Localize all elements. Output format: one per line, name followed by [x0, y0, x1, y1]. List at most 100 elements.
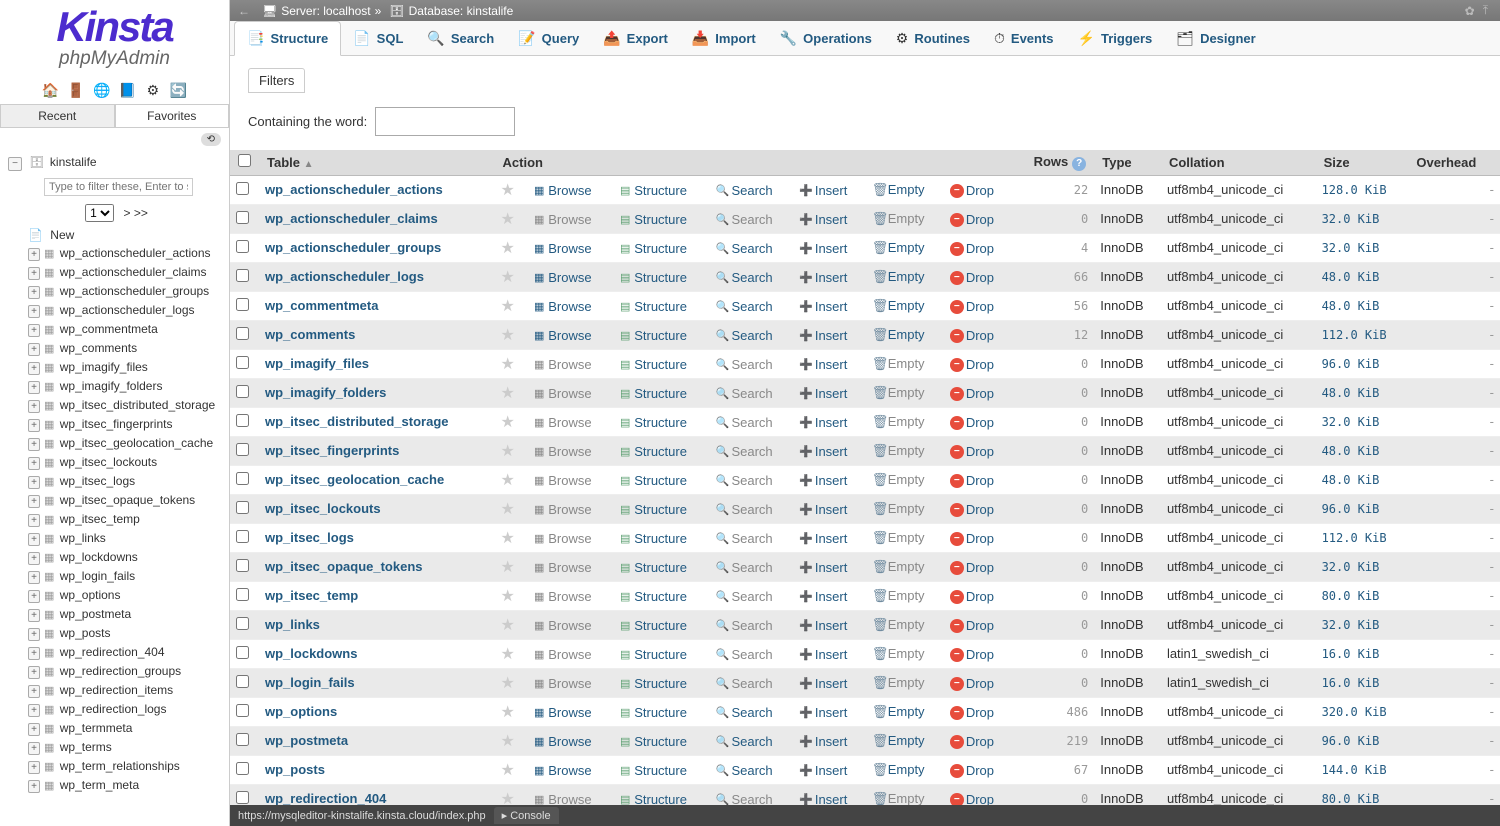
favorite-star-icon[interactable]: ★: [501, 414, 515, 431]
tree-expand-icon[interactable]: +: [28, 628, 40, 641]
empty-link[interactable]: 🗑Empty: [872, 327, 925, 343]
browse-link[interactable]: ▦Browse: [532, 589, 591, 604]
table-name-link[interactable]: wp_imagify_folders: [259, 378, 495, 407]
tree-table-item[interactable]: +▦ wp_lockdowns: [28, 548, 229, 567]
tree-table-item[interactable]: +▦ wp_terms: [28, 738, 229, 757]
tree-table-item[interactable]: +▦ wp_term_relationships: [28, 757, 229, 776]
tree-table-item[interactable]: +▦ wp_links: [28, 529, 229, 548]
structure-link[interactable]: ▤Structure: [618, 212, 687, 227]
browse-link[interactable]: ▦Browse: [532, 618, 591, 633]
tree-expand-icon[interactable]: +: [28, 343, 40, 356]
insert-link[interactable]: ➕Insert: [799, 183, 848, 198]
browse-link[interactable]: ▦Browse: [532, 328, 591, 343]
table-name-link[interactable]: wp_options: [259, 697, 495, 726]
drop-link[interactable]: − Drop: [950, 183, 994, 198]
insert-link[interactable]: ➕Insert: [799, 618, 848, 633]
favorite-star-icon[interactable]: ★: [501, 298, 515, 315]
tree-db-node[interactable]: − 🗄 kinstalife: [4, 152, 229, 174]
favorite-star-icon[interactable]: ★: [501, 733, 515, 750]
structure-link[interactable]: ▤Structure: [618, 473, 687, 488]
tree-table-item[interactable]: +▦ wp_itsec_geolocation_cache: [28, 434, 229, 453]
tree-collapse-icon[interactable]: −: [8, 157, 22, 171]
favorite-star-icon[interactable]: ★: [501, 182, 515, 199]
insert-link[interactable]: ➕Insert: [799, 357, 848, 372]
tree-expand-icon[interactable]: +: [28, 514, 40, 527]
drop-link[interactable]: − Drop: [950, 763, 994, 778]
structure-link[interactable]: ▤Structure: [618, 444, 687, 459]
structure-link[interactable]: ▤Structure: [618, 647, 687, 662]
tree-table-item[interactable]: +▦ wp_posts: [28, 624, 229, 643]
back-icon[interactable]: ←: [238, 4, 250, 18]
tree-expand-icon[interactable]: +: [28, 476, 40, 489]
table-name-link[interactable]: wp_commentmeta: [259, 291, 495, 320]
console-toggle[interactable]: ▸ Console: [494, 807, 559, 824]
tree-table-item[interactable]: +▦ wp_itsec_temp: [28, 510, 229, 529]
browse-link[interactable]: ▦Browse: [532, 560, 591, 575]
row-checkbox[interactable]: [236, 559, 249, 572]
structure-link[interactable]: ▤Structure: [618, 589, 687, 604]
favorite-star-icon[interactable]: ★: [501, 269, 515, 286]
tree-expand-icon[interactable]: +: [28, 742, 40, 755]
db-name[interactable]: kinstalife: [467, 4, 514, 18]
table-name-link[interactable]: wp_lockdowns: [259, 639, 495, 668]
tab-query[interactable]: 📝Query: [506, 21, 591, 55]
tree-table-item[interactable]: +▦ wp_actionscheduler_groups: [28, 282, 229, 301]
empty-link[interactable]: 🗑Empty: [872, 472, 925, 488]
table-name-link[interactable]: wp_actionscheduler_actions: [259, 175, 495, 204]
insert-link[interactable]: ➕Insert: [799, 270, 848, 285]
row-checkbox[interactable]: [236, 269, 249, 282]
col-overhead[interactable]: Overhead: [1408, 150, 1500, 175]
row-checkbox[interactable]: [236, 472, 249, 485]
favorite-star-icon[interactable]: ★: [501, 762, 515, 779]
tree-expand-icon[interactable]: +: [28, 723, 40, 736]
browse-link[interactable]: ▦Browse: [532, 357, 591, 372]
drop-link[interactable]: − Drop: [950, 270, 994, 285]
row-checkbox[interactable]: [236, 791, 249, 804]
insert-link[interactable]: ➕Insert: [799, 589, 848, 604]
insert-link[interactable]: ➕Insert: [799, 705, 848, 720]
browse-link[interactable]: ▦Browse: [532, 502, 591, 517]
tree-expand-icon[interactable]: +: [28, 780, 40, 793]
tree-page-next[interactable]: > >>: [123, 206, 147, 220]
empty-link[interactable]: 🗑Empty: [872, 414, 925, 430]
empty-link[interactable]: 🗑Empty: [872, 733, 925, 749]
search-link[interactable]: 🔍Search: [715, 676, 772, 691]
tab-favorites[interactable]: Favorites: [115, 104, 230, 127]
tree-filter-input[interactable]: [44, 178, 193, 196]
server-name[interactable]: localhost: [323, 4, 370, 18]
structure-link[interactable]: ▤Structure: [618, 531, 687, 546]
table-name-link[interactable]: wp_itsec_lockouts: [259, 494, 495, 523]
table-name-link[interactable]: wp_links: [259, 610, 495, 639]
drop-link[interactable]: − Drop: [950, 473, 994, 488]
favorite-star-icon[interactable]: ★: [501, 530, 515, 547]
row-checkbox[interactable]: [236, 646, 249, 659]
browse-link[interactable]: ▦Browse: [532, 531, 591, 546]
insert-link[interactable]: ➕Insert: [799, 734, 848, 749]
search-link[interactable]: 🔍Search: [715, 183, 772, 198]
exit-icon[interactable]: 🚪: [67, 82, 85, 100]
tree-expand-icon[interactable]: +: [28, 248, 40, 261]
browse-link[interactable]: ▦Browse: [532, 705, 591, 720]
row-checkbox[interactable]: [236, 385, 249, 398]
row-checkbox[interactable]: [236, 762, 249, 775]
tree-table-item[interactable]: +▦ wp_redirection_groups: [28, 662, 229, 681]
table-name-link[interactable]: wp_imagify_files: [259, 349, 495, 378]
empty-link[interactable]: 🗑Empty: [872, 298, 925, 314]
col-size[interactable]: Size: [1316, 150, 1409, 175]
table-name-link[interactable]: wp_actionscheduler_claims: [259, 204, 495, 233]
favorite-star-icon[interactable]: ★: [501, 704, 515, 721]
table-name-link[interactable]: wp_itsec_logs: [259, 523, 495, 552]
search-link[interactable]: 🔍Search: [715, 502, 772, 517]
tab-events[interactable]: ⏱Events: [982, 21, 1066, 55]
tab-export[interactable]: 📤Export: [591, 21, 680, 55]
tree-expand-icon[interactable]: +: [28, 761, 40, 774]
row-checkbox[interactable]: [236, 704, 249, 717]
drop-link[interactable]: − Drop: [950, 560, 994, 575]
tree-expand-icon[interactable]: +: [28, 609, 40, 622]
row-checkbox[interactable]: [236, 356, 249, 369]
favorite-star-icon[interactable]: ★: [501, 443, 515, 460]
empty-link[interactable]: 🗑Empty: [872, 443, 925, 459]
tree-table-item[interactable]: +▦ wp_postmeta: [28, 605, 229, 624]
tree-table-item[interactable]: +▦ wp_imagify_folders: [28, 377, 229, 396]
insert-link[interactable]: ➕Insert: [799, 763, 848, 778]
